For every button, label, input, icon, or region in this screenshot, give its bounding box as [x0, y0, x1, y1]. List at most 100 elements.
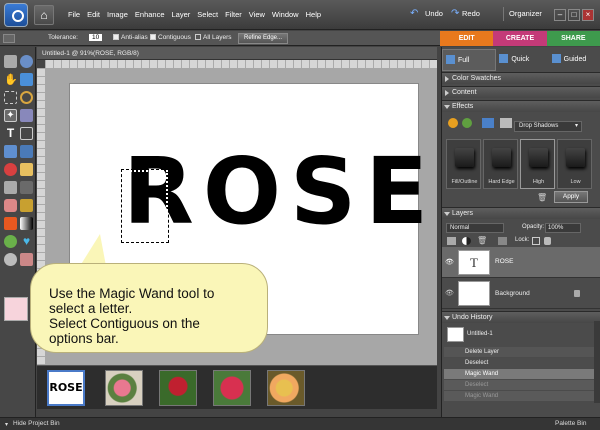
brush-tool-icon[interactable]: [20, 199, 33, 212]
red-eye-tool-icon[interactable]: [4, 163, 17, 176]
history-step[interactable]: Magic Wand: [444, 391, 599, 401]
magic-wand-tool-icon[interactable]: ✦: [4, 109, 17, 122]
history-step[interactable]: Deselect: [444, 380, 599, 390]
crop-tool-icon[interactable]: [20, 127, 33, 140]
lock-all-icon[interactable]: [544, 237, 551, 245]
menu-file[interactable]: File: [68, 10, 80, 19]
undo-history-panel-header[interactable]: Undo History: [442, 311, 600, 323]
color-swatches-panel-header[interactable]: Color Swatches: [442, 72, 600, 84]
tab-create[interactable]: CREATE: [493, 31, 547, 46]
new-layer-icon[interactable]: [447, 237, 456, 245]
bin-thumbnail-rose-doc[interactable]: ROSE: [47, 370, 85, 406]
close-icon[interactable]: ×: [582, 9, 594, 21]
history-snapshot[interactable]: Untitled-1: [444, 325, 599, 345]
effect-low[interactable]: Low: [557, 139, 592, 189]
lasso-tool-icon[interactable]: [20, 91, 33, 104]
healing-brush-tool-icon[interactable]: [20, 163, 33, 176]
gradient-tool-icon[interactable]: [20, 217, 33, 230]
layer-row-background[interactable]: 👁 Background: [442, 278, 600, 309]
organizer-button[interactable]: Organizer: [503, 7, 542, 21]
history-step-current[interactable]: Magic Wand: [444, 369, 599, 379]
anti-alias-checkbox[interactable]: Anti-alias: [113, 34, 148, 41]
shape-tool-icon[interactable]: [4, 235, 17, 248]
effects-category-dropdown[interactable]: Drop Shadows ▾: [514, 121, 582, 132]
opacity-input[interactable]: 100%: [545, 223, 581, 233]
redo-icon[interactable]: ↷: [451, 8, 459, 19]
blur-tool-icon[interactable]: [4, 253, 17, 266]
document-tab[interactable]: Untitled-1 @ 91%(ROSE, RGB/8): [37, 47, 437, 60]
link-layers-icon[interactable]: [498, 237, 507, 245]
delete-layer-icon[interactable]: 🗑: [477, 236, 487, 245]
undo-icon[interactable]: ↶: [410, 8, 418, 19]
effects-panel-header[interactable]: Effects: [442, 100, 600, 112]
history-step[interactable]: Deselect: [444, 358, 599, 368]
history-step[interactable]: Delete Layer: [444, 347, 599, 357]
quick-selection-tool-icon[interactable]: [20, 109, 33, 122]
tab-quick[interactable]: Quick: [496, 49, 548, 71]
tab-edit[interactable]: EDIT: [440, 31, 494, 46]
marquee-tool-icon[interactable]: [4, 91, 17, 104]
type-tool-icon[interactable]: T: [4, 127, 17, 140]
foreground-color-swatch[interactable]: [4, 297, 28, 321]
menu-filter[interactable]: Filter: [225, 10, 242, 19]
menu-image[interactable]: Image: [107, 10, 128, 19]
photo-effects-icon[interactable]: [482, 118, 494, 128]
bin-thumbnail-photo[interactable]: [159, 370, 197, 406]
layer-row-rose[interactable]: 👁 T ROSE: [442, 247, 600, 278]
straighten-tool-icon[interactable]: [20, 145, 33, 158]
effect-hard-edge[interactable]: Hard Edge: [483, 139, 518, 189]
all-layers-checkbox[interactable]: All Layers: [195, 34, 232, 41]
lock-transparent-icon[interactable]: [532, 237, 540, 245]
eyedropper-tool-icon[interactable]: [20, 73, 33, 86]
hide-project-bin-icon[interactable]: ▾: [5, 421, 8, 428]
restore-icon[interactable]: □: [568, 9, 580, 21]
clone-stamp-tool-icon[interactable]: [4, 181, 17, 194]
zoom-tool-icon[interactable]: [20, 55, 33, 68]
refine-edge-button[interactable]: Refine Edge...: [238, 33, 289, 44]
palette-bin-button[interactable]: Palette Bin: [555, 420, 586, 427]
menu-help[interactable]: Help: [306, 10, 321, 19]
content-panel-header[interactable]: Content: [442, 86, 600, 98]
sponge-tool-icon[interactable]: [20, 253, 33, 266]
effect-high[interactable]: High: [520, 139, 555, 189]
paint-bucket-tool-icon[interactable]: [4, 217, 17, 230]
pencil-tool-icon[interactable]: [20, 181, 33, 194]
bin-thumbnail-photo[interactable]: [213, 370, 251, 406]
undo-button[interactable]: Undo: [425, 9, 443, 18]
menu-window[interactable]: Window: [272, 10, 299, 19]
tolerance-input[interactable]: 10: [89, 34, 103, 41]
magic-wand-preset-icon[interactable]: [3, 34, 15, 43]
effect-fill-outline[interactable]: Fill/Outline: [446, 139, 481, 189]
tab-full[interactable]: Full: [442, 49, 497, 71]
menu-select[interactable]: Select: [197, 10, 218, 19]
home-button[interactable]: ⌂: [34, 5, 54, 25]
menu-layer[interactable]: Layer: [172, 10, 191, 19]
visibility-eye-icon[interactable]: 👁: [445, 289, 454, 297]
hand-tool-icon[interactable]: ✋: [4, 73, 18, 86]
menu-view[interactable]: View: [249, 10, 265, 19]
adjustment-layer-icon[interactable]: [462, 237, 471, 245]
visibility-eye-icon[interactable]: 👁: [445, 258, 454, 266]
apply-button[interactable]: Apply: [554, 191, 588, 203]
tab-share[interactable]: SHARE: [546, 31, 600, 46]
filters-icon[interactable]: [448, 118, 458, 128]
blend-mode-dropdown[interactable]: Normal: [446, 223, 504, 233]
redo-button[interactable]: Redo: [462, 9, 480, 18]
layers-panel-header[interactable]: Layers: [442, 207, 600, 219]
contiguous-checkbox[interactable]: Contiguous: [150, 34, 191, 41]
tab-guided[interactable]: Guided: [549, 49, 600, 71]
minimize-icon[interactable]: –: [554, 9, 566, 21]
hide-project-bin-button[interactable]: Hide Project Bin: [13, 420, 60, 427]
show-all-icon[interactable]: [500, 118, 512, 128]
custom-shape-tool-icon[interactable]: ♥: [20, 235, 33, 248]
move-tool-icon[interactable]: [4, 55, 17, 68]
cookie-cutter-tool-icon[interactable]: [4, 145, 17, 158]
menu-enhance[interactable]: Enhance: [135, 10, 165, 19]
trash-icon[interactable]: 🗑: [537, 193, 547, 202]
bin-thumbnail-photo[interactable]: [267, 370, 305, 406]
menu-edit[interactable]: Edit: [87, 10, 100, 19]
bin-thumbnail-photo[interactable]: [105, 370, 143, 406]
eraser-tool-icon[interactable]: [4, 199, 17, 212]
layer-styles-icon[interactable]: [462, 118, 472, 128]
history-scrollbar[interactable]: [594, 321, 600, 403]
